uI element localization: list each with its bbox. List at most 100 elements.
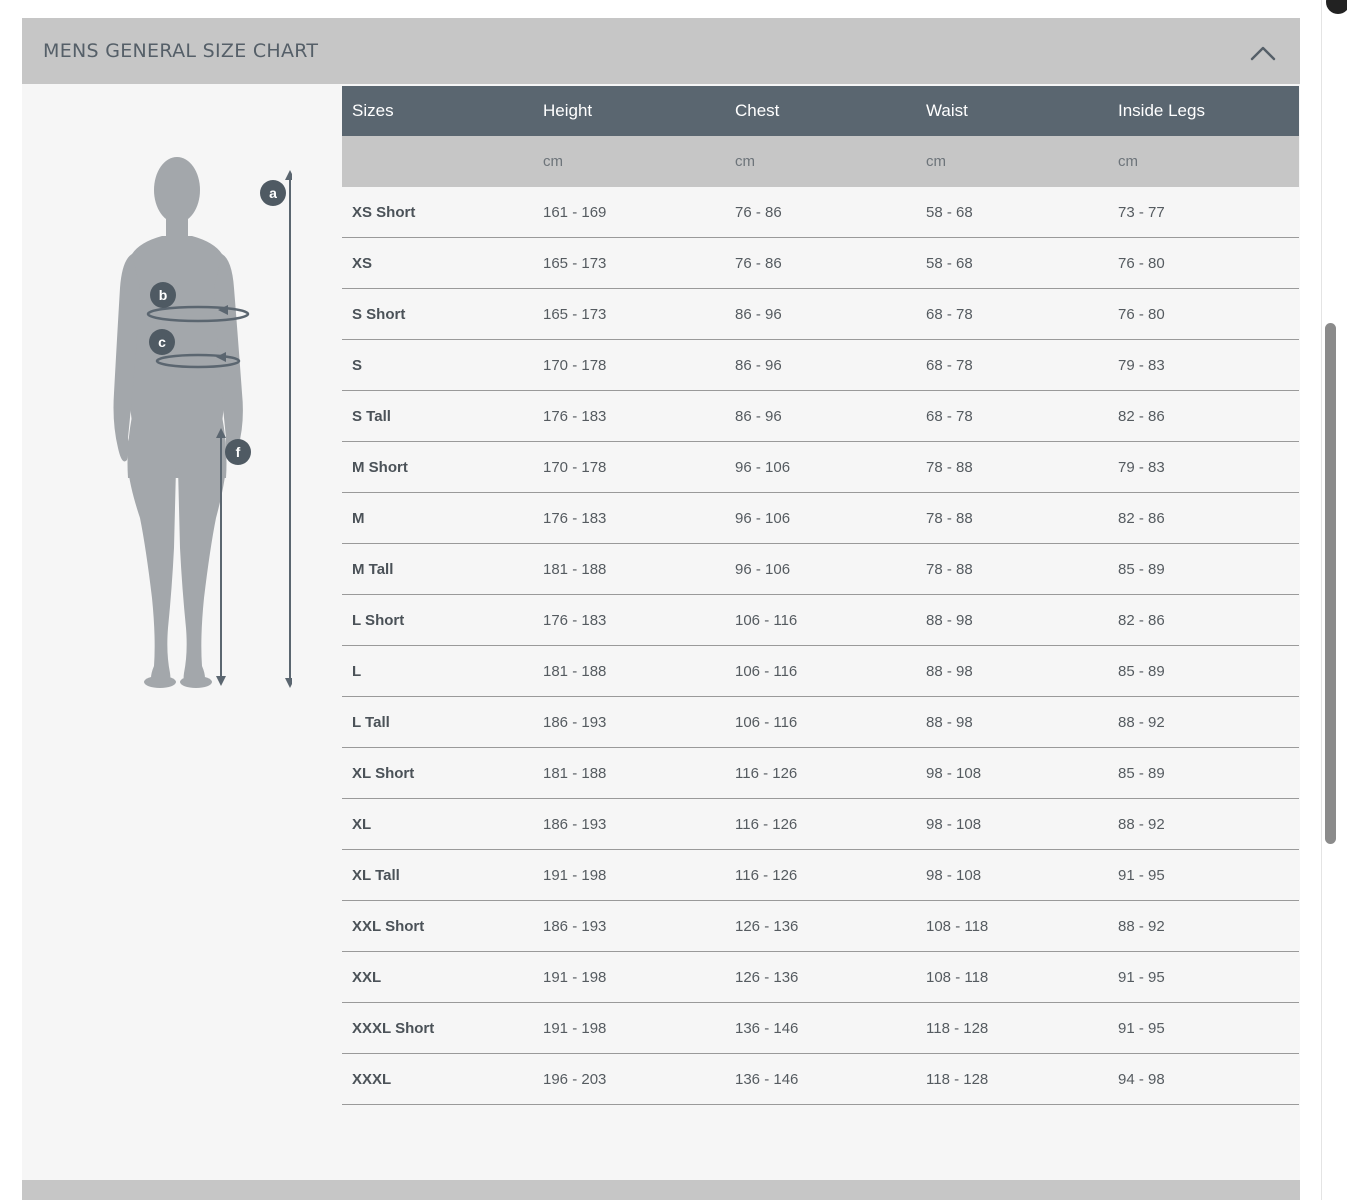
inside-leg-cell: 82 - 86: [1108, 492, 1299, 544]
chest-cell: 126 - 136: [725, 951, 916, 1003]
height-cell: 191 - 198: [533, 1002, 725, 1054]
height-cell: 176 - 183: [533, 594, 725, 646]
height-cell: 181 - 188: [533, 747, 725, 799]
height-cell: 186 - 193: [533, 696, 725, 748]
waist-cell: 98 - 108: [916, 849, 1108, 901]
table-row: XL 186 - 193 116 - 126 98 - 108 88 - 92: [342, 798, 1299, 850]
size-cell: M Tall: [342, 543, 533, 595]
waist-cell: 108 - 118: [916, 900, 1108, 952]
table-unit-row: cm cm cm cm: [342, 136, 1299, 187]
waist-cell: 58 - 68: [916, 237, 1108, 289]
chest-cell: 106 - 116: [725, 696, 916, 748]
label-c: c: [158, 334, 166, 350]
table-row: XS Short 161 - 169 76 - 86 58 - 68 73 - 77: [342, 187, 1299, 238]
table-row: S 170 - 178 86 - 96 68 - 78 79 - 83: [342, 339, 1299, 391]
label-f-badge: f: [225, 439, 251, 465]
unit-waist: cm: [916, 136, 1108, 187]
inside-leg-cell: 79 - 83: [1108, 339, 1299, 391]
waist-cell: 68 - 78: [916, 390, 1108, 442]
chest-cell: 96 - 106: [725, 543, 916, 595]
height-cell: 181 - 188: [533, 543, 725, 595]
size-cell: XXXL: [342, 1053, 533, 1105]
table-row: L Short 176 - 183 106 - 116 88 - 98 82 - 86: [342, 594, 1299, 646]
size-cell: S Short: [342, 288, 533, 340]
table-row: M Short 170 - 178 96 - 106 78 - 88 79 - 83: [342, 441, 1299, 493]
waist-cell: 78 - 88: [916, 543, 1108, 595]
height-measure-line: [285, 170, 292, 688]
inside-leg-cell: 76 - 80: [1108, 288, 1299, 340]
panel-footer-bar: [22, 1180, 1300, 1200]
height-cell: 186 - 193: [533, 900, 725, 952]
inside-leg-cell: 85 - 89: [1108, 645, 1299, 697]
size-cell: XXL: [342, 951, 533, 1003]
inside-leg-cell: 88 - 92: [1108, 900, 1299, 952]
size-cell: M Short: [342, 441, 533, 493]
panel-title: MENS GENERAL SIZE CHART: [43, 40, 319, 62]
inside-leg-cell: 85 - 89: [1108, 543, 1299, 595]
table-row: L 181 - 188 106 - 116 88 - 98 85 - 89: [342, 645, 1299, 697]
size-cell: L: [342, 645, 533, 697]
inside-leg-cell: 91 - 95: [1108, 951, 1299, 1003]
chest-cell: 96 - 106: [725, 492, 916, 544]
height-cell: 170 - 178: [533, 441, 725, 493]
unit-sizes: [342, 136, 533, 187]
size-table: Sizes Height Chest Waist Inside Legs cm …: [342, 86, 1299, 1105]
waist-cell: 98 - 108: [916, 747, 1108, 799]
table-row: XL Short 181 - 188 116 - 126 98 - 108 85 - 8…: [342, 747, 1299, 799]
label-b-badge: b: [150, 282, 176, 308]
body-measurement-figure: a b c f: [113, 157, 292, 688]
size-cell: XL Short: [342, 747, 533, 799]
height-cell: 165 - 173: [533, 288, 725, 340]
waist-cell: 78 - 88: [916, 441, 1108, 493]
size-cell: XXL Short: [342, 900, 533, 952]
inside-leg-cell: 76 - 80: [1108, 237, 1299, 289]
header-inside-legs: Inside Legs: [1108, 86, 1299, 136]
table-row: M 176 - 183 96 - 106 78 - 88 82 - 86: [342, 492, 1299, 544]
table-row: XL Tall 191 - 198 116 - 126 98 - 108 91 - 95: [342, 849, 1299, 901]
inside-leg-cell: 91 - 95: [1108, 849, 1299, 901]
height-cell: 170 - 178: [533, 339, 725, 391]
inside-leg-cell: 73 - 77: [1108, 187, 1299, 238]
unit-inside-legs: cm: [1108, 136, 1299, 187]
size-cell: L Tall: [342, 696, 533, 748]
unit-chest: cm: [725, 136, 916, 187]
panel-header[interactable]: MENS GENERAL SIZE CHART: [22, 18, 1300, 84]
chest-cell: 136 - 146: [725, 1053, 916, 1105]
collapse-button[interactable]: [1248, 38, 1278, 66]
chest-cell: 86 - 96: [725, 339, 916, 391]
chest-cell: 106 - 116: [725, 594, 916, 646]
size-cell: XL Tall: [342, 849, 533, 901]
waist-cell: 108 - 118: [916, 951, 1108, 1003]
table-header-row: Sizes Height Chest Waist Inside Legs: [342, 86, 1299, 136]
table-row: XS 165 - 173 76 - 86 58 - 68 76 - 80: [342, 237, 1299, 289]
inside-leg-cell: 85 - 89: [1108, 747, 1299, 799]
unit-height: cm: [533, 136, 725, 187]
table-row: XXXL Short 191 - 198 136 - 146 118 - 128 91 …: [342, 1002, 1299, 1054]
header-height: Height: [533, 86, 725, 136]
inside-leg-cell: 88 - 92: [1108, 696, 1299, 748]
height-cell: 196 - 203: [533, 1053, 725, 1105]
table-row: L Tall 186 - 193 106 - 116 88 - 98 88 - 92: [342, 696, 1299, 748]
chest-cell: 126 - 136: [725, 900, 916, 952]
chest-cell: 96 - 106: [725, 441, 916, 493]
page: MENS GENERAL SIZE CHART a b c f Sizes He…: [0, 0, 1347, 1200]
chest-cell: 86 - 96: [725, 288, 916, 340]
size-cell: XS: [342, 237, 533, 289]
size-cell: L Short: [342, 594, 533, 646]
inside-leg-cell: 82 - 86: [1108, 390, 1299, 442]
label-a: a: [269, 185, 277, 201]
height-cell: 181 - 188: [533, 645, 725, 697]
table-row: M Tall 181 - 188 96 - 106 78 - 88 85 - 89: [342, 543, 1299, 595]
table-row: S Short 165 - 173 86 - 96 68 - 78 76 - 80: [342, 288, 1299, 340]
inside-leg-cell: 94 - 98: [1108, 1053, 1299, 1105]
size-cell: XL: [342, 798, 533, 850]
height-cell: 191 - 198: [533, 849, 725, 901]
height-cell: 176 - 183: [533, 492, 725, 544]
waist-cell: 68 - 78: [916, 288, 1108, 340]
waist-cell: 88 - 98: [916, 594, 1108, 646]
size-cell: S Tall: [342, 390, 533, 442]
scrollbar-thumb[interactable]: [1325, 323, 1336, 844]
chest-cell: 116 - 126: [725, 747, 916, 799]
size-cell: XS Short: [342, 187, 533, 238]
table-row: S Tall 176 - 183 86 - 96 68 - 78 82 - 86: [342, 390, 1299, 442]
